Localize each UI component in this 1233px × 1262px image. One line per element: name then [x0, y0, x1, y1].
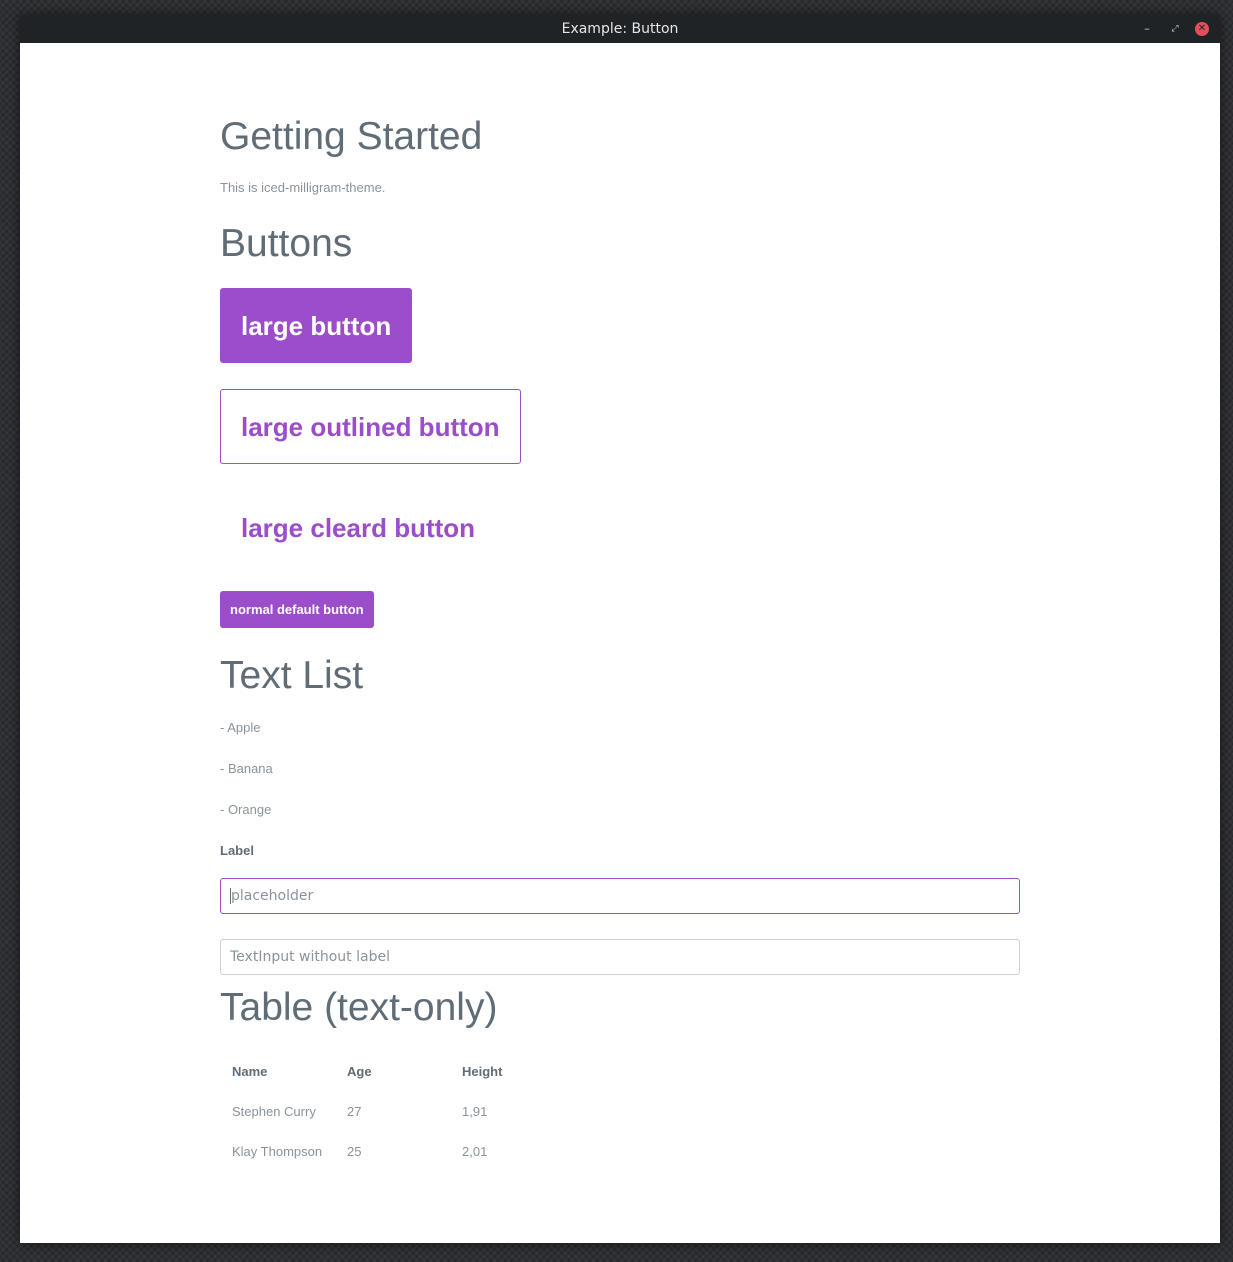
input-label: Label — [220, 843, 254, 858]
app-window: Example: Button – ⤢ ✕ Getting Started Th… — [20, 15, 1220, 1243]
large-button[interactable]: large button — [220, 288, 413, 363]
list-item: - Banana — [220, 761, 273, 776]
table-cell: Klay Thompson — [232, 1144, 323, 1159]
buttons-heading: Buttons — [220, 222, 353, 265]
window-title: Example: Button — [561, 21, 679, 37]
table-cell: Stephen Curry — [232, 1104, 316, 1119]
intro-text: This is iced-milligram-theme. — [220, 180, 386, 195]
table-heading: Table (text-only) — [220, 986, 498, 1029]
labeled-text-input[interactable]: placeholder — [220, 878, 1020, 914]
list-item: - Orange — [220, 802, 272, 817]
table-header-height: Height — [462, 1064, 503, 1079]
labeled-input-placeholder: placeholder — [231, 888, 314, 904]
getting-started-heading: Getting Started — [220, 115, 483, 158]
table-cell: 2,01 — [462, 1144, 488, 1159]
large-cleared-button[interactable]: large cleard button — [220, 490, 496, 565]
unlabeled-input-placeholder: TextInput without label — [230, 949, 390, 965]
unlabeled-text-input[interactable]: TextInput without label — [220, 939, 1020, 975]
table-cell: 25 — [347, 1144, 362, 1159]
text-list-heading: Text List — [220, 654, 364, 697]
table-cell: 1,91 — [462, 1104, 488, 1119]
large-outlined-button[interactable]: large outlined button — [220, 389, 521, 464]
maximize-icon[interactable]: ⤢ — [1167, 21, 1183, 37]
list-item: - Apple — [220, 720, 261, 735]
table-header-age: Age — [347, 1064, 372, 1079]
normal-default-button[interactable]: normal default button — [220, 591, 374, 628]
minimize-icon[interactable]: – — [1139, 21, 1155, 37]
table-cell: 27 — [347, 1104, 362, 1119]
title-bar[interactable]: Example: Button – ⤢ ✕ — [20, 15, 1220, 43]
close-icon[interactable]: ✕ — [1195, 22, 1209, 36]
table-header-name: Name — [232, 1064, 268, 1079]
